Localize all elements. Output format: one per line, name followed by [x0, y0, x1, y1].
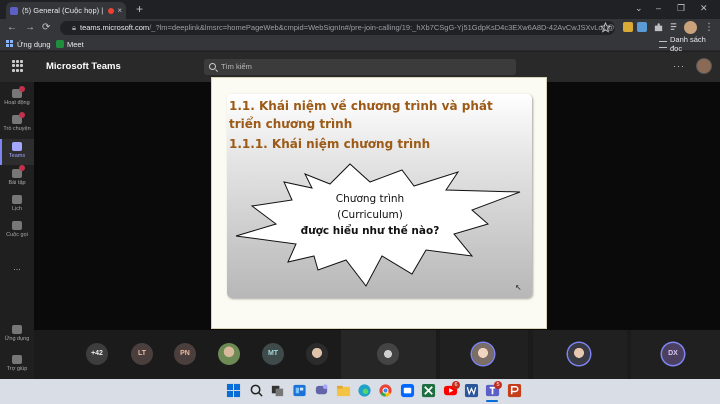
- lock-icon: 🔒︎: [72, 23, 76, 32]
- bookmark-meet[interactable]: Meet: [56, 37, 84, 51]
- new-tab-button[interactable]: +: [136, 2, 143, 16]
- reading-list-icon: [659, 40, 667, 48]
- participant-avatar[interactable]: DX: [662, 343, 684, 365]
- rail-label: Trò chuyện: [3, 126, 31, 132]
- rail-label: Ứng dụng: [4, 336, 30, 342]
- recording-indicator-icon: [108, 7, 115, 14]
- edge-icon[interactable]: [357, 383, 372, 398]
- zalo-icon[interactable]: [400, 383, 415, 398]
- slide-subheading: 1.1.1. Khái niệm chương trình: [229, 137, 431, 151]
- teams-badge: 5: [494, 381, 502, 389]
- bookmark-apps-label: Ứng dụng: [17, 39, 51, 49]
- minimize-button[interactable]: –: [656, 3, 661, 13]
- chrome-menu-icon[interactable]: ⋮: [704, 20, 714, 36]
- reading-list-button[interactable]: Danh sách đọc: [659, 35, 720, 53]
- classroom-icon: [56, 40, 64, 48]
- rail-item-apps[interactable]: Ứng dụng: [0, 322, 34, 348]
- more-options-icon[interactable]: ···: [673, 61, 685, 71]
- search-input[interactable]: Tìm kiếm: [204, 59, 516, 75]
- participant-photo-avatar-speaking[interactable]: [472, 343, 494, 365]
- teams-favicon-icon: [10, 6, 18, 15]
- reload-button[interactable]: ⟳: [42, 20, 50, 36]
- youtube-badge: 6: [452, 381, 460, 389]
- word-icon[interactable]: [464, 383, 479, 398]
- tab-search-icon[interactable]: ⌄: [635, 3, 643, 14]
- excel-icon[interactable]: [421, 383, 436, 398]
- participant-avatar[interactable]: PN: [174, 343, 196, 365]
- rail-label: Trợ giúp: [6, 366, 28, 372]
- rail-label: Teams: [8, 153, 26, 159]
- bookmark-apps[interactable]: Ứng dụng: [6, 37, 51, 51]
- media-control-icon[interactable]: [668, 22, 679, 33]
- pointer-cursor-icon: ↖: [515, 283, 522, 292]
- back-button[interactable]: ←: [7, 20, 17, 36]
- windows-start-icon[interactable]: [226, 383, 241, 398]
- rail-item-activity[interactable]: Hoạt động: [0, 86, 34, 112]
- tab-close-icon[interactable]: ×: [117, 6, 122, 15]
- active-indicator: [0, 139, 2, 165]
- chrome-profile-avatar[interactable]: [684, 21, 697, 34]
- participant-photo-avatar[interactable]: [218, 343, 240, 365]
- notification-badge: [19, 112, 25, 118]
- browser-tab-teams[interactable]: (5) General (Cuộc họp) | Mic ×: [6, 2, 126, 19]
- tab-title: (5) General (Cuộc họp) | Mic: [22, 6, 105, 15]
- rail-item-teams[interactable]: Teams: [0, 139, 34, 165]
- app-launcher-icon[interactable]: [12, 60, 24, 72]
- extensions-puzzle-icon[interactable]: [653, 22, 664, 33]
- participant-photo-avatar[interactable]: [377, 343, 399, 365]
- phone-icon: [12, 221, 22, 230]
- help-icon: [12, 355, 22, 364]
- participant-overflow-count[interactable]: +42: [86, 343, 108, 365]
- app-title: Microsoft Teams: [46, 61, 121, 72]
- callout-line-1: Chương trình: [335, 193, 405, 205]
- participant-avatar[interactable]: LT: [131, 343, 153, 365]
- participant-avatar[interactable]: MT: [262, 343, 284, 365]
- calendar-icon: [12, 195, 22, 204]
- rail-item-calendar[interactable]: Lịch: [0, 192, 34, 218]
- rail-item-calls[interactable]: Cuộc gọi: [0, 218, 34, 244]
- chrome-icon[interactable]: [378, 383, 393, 398]
- rail-item-more[interactable]: ...: [0, 262, 34, 288]
- slide-heading: 1.1. Khái niệm về chương trình và phát t…: [229, 99, 493, 131]
- apps-grid-icon: [6, 40, 14, 48]
- bookmarks-bar: [0, 37, 720, 51]
- powerpoint-icon[interactable]: [507, 383, 522, 398]
- participant-photo-avatar[interactable]: [306, 343, 328, 365]
- extension-icon[interactable]: [623, 22, 633, 32]
- bookmark-meet-label: Meet: [67, 39, 84, 49]
- starburst-callout: [235, 163, 521, 287]
- notification-badge: [19, 165, 25, 171]
- callout-line-2: (Curriculum): [337, 209, 403, 221]
- rail-item-help[interactable]: Trợ giúp: [0, 352, 34, 378]
- rail-item-chat[interactable]: Trò chuyện: [0, 112, 34, 138]
- rail-label: Cuộc gọi: [6, 232, 28, 238]
- user-avatar[interactable]: [696, 58, 712, 74]
- search-icon: [209, 63, 216, 70]
- maximize-button[interactable]: ❐: [677, 3, 685, 14]
- bookmark-star-icon[interactable]: [600, 22, 611, 33]
- active-app-indicator: [486, 400, 498, 402]
- notification-badge: [19, 86, 25, 92]
- file-explorer-icon[interactable]: [336, 383, 351, 398]
- task-view-icon[interactable]: [270, 383, 285, 398]
- rail-label: Hoạt động: [4, 100, 30, 106]
- forward-button[interactable]: →: [25, 20, 35, 36]
- teams-chat-icon[interactable]: [314, 383, 329, 398]
- extension-icon[interactable]: [637, 22, 647, 32]
- teams-icon: [12, 142, 22, 151]
- address-bar[interactable]: 🔒︎ teams.microsoft.com/_?lm=deeplink&lmsr…: [60, 21, 615, 35]
- search-icon[interactable]: [249, 383, 264, 398]
- close-window-button[interactable]: ✕: [700, 3, 708, 14]
- rail-item-assignments[interactable]: Bài tập: [0, 166, 34, 192]
- widgets-icon[interactable]: [292, 383, 307, 398]
- reading-list-label: Danh sách đọc: [670, 35, 706, 53]
- callout-line-3: được hiểu như thế nào?: [300, 225, 440, 237]
- rail-label: Lịch: [11, 206, 23, 212]
- participant-photo-avatar-speaking[interactable]: [568, 343, 590, 365]
- rail-label: Bài tập: [8, 180, 26, 186]
- url-path: /_?lm=deeplink&lmsrc=homePageWeb&cmpid=W…: [149, 23, 615, 32]
- apps-icon: [12, 325, 22, 334]
- url-host: teams.microsoft.com: [80, 23, 150, 32]
